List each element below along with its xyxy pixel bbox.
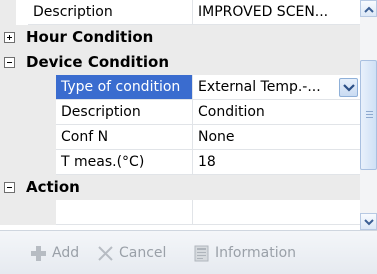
property-name — [56, 200, 193, 225]
scroll-up-button[interactable] — [360, 0, 377, 17]
scroll-thumb[interactable] — [360, 60, 377, 170]
footer-toolbar: Add Cancel Information — [0, 230, 377, 274]
minus-box-icon[interactable] — [4, 57, 15, 68]
property-value — [193, 200, 360, 225]
category-hour-condition[interactable]: Hour Condition — [0, 25, 360, 50]
type-of-condition-dropdown[interactable]: External Temp.-... — [193, 75, 360, 100]
property-row-type-of-condition[interactable]: Type of condition External Temp.-... — [0, 75, 360, 100]
row-gutter — [0, 100, 56, 125]
scroll-down-button[interactable] — [360, 213, 377, 230]
info-icon — [194, 245, 209, 262]
property-grid-panel: Description IMPROVED SCEN... Hour Condit… — [0, 0, 377, 274]
category-label: Action — [26, 178, 80, 196]
plus-icon — [31, 246, 46, 261]
property-grid: Description IMPROVED SCEN... Hour Condit… — [0, 0, 360, 230]
chevron-up-icon — [364, 6, 374, 13]
property-row-description-top[interactable]: Description IMPROVED SCEN... — [0, 0, 360, 25]
row-gutter — [0, 0, 16, 25]
row-gutter — [0, 150, 56, 175]
information-label: Information — [215, 245, 297, 261]
property-row-conf-n[interactable]: Conf N None — [0, 125, 360, 150]
grip-line — [366, 117, 373, 118]
grip-line — [366, 111, 373, 112]
plus-box-icon[interactable] — [4, 32, 15, 43]
property-name: Description — [56, 100, 193, 125]
category-header[interactable]: Device Condition — [0, 50, 360, 75]
row-gutter — [0, 200, 56, 225]
dropdown-value: External Temp.-... — [198, 79, 321, 95]
row-gutter — [0, 125, 56, 150]
property-name: T meas.(°C) — [56, 150, 193, 175]
property-value[interactable]: Condition — [193, 100, 360, 125]
cancel-button[interactable]: Cancel — [97, 243, 182, 263]
property-value[interactable]: IMPROVED SCEN... — [193, 0, 360, 25]
category-label: Hour Condition — [26, 28, 154, 46]
category-label: Device Condition — [26, 53, 169, 71]
x-icon — [98, 246, 113, 261]
property-row-partial — [0, 200, 360, 225]
information-button[interactable]: Information — [193, 243, 313, 263]
property-value[interactable]: 18 — [193, 150, 360, 175]
property-row-t-meas[interactable]: T meas.(°C) 18 — [0, 150, 360, 175]
vertical-scrollbar[interactable] — [360, 0, 377, 230]
add-button[interactable]: Add — [30, 243, 90, 263]
minus-box-icon[interactable] — [4, 182, 15, 193]
category-action[interactable]: Action — [0, 175, 360, 200]
cancel-label: Cancel — [119, 245, 167, 261]
property-value[interactable]: None — [193, 125, 360, 150]
property-name: Description — [28, 0, 193, 25]
grip-line — [366, 114, 373, 115]
property-name: Conf N — [56, 125, 193, 150]
property-name: Type of condition — [56, 75, 193, 100]
add-label: Add — [52, 245, 80, 261]
category-device-condition[interactable]: Device Condition — [0, 50, 360, 75]
row-gutter — [0, 75, 56, 100]
category-header[interactable]: Action — [0, 175, 360, 200]
category-header[interactable]: Hour Condition — [0, 25, 360, 50]
property-row-description[interactable]: Description Condition — [0, 100, 360, 125]
dropdown-button[interactable] — [339, 78, 358, 97]
chevron-down-icon — [364, 219, 374, 226]
chevron-down-icon — [343, 84, 355, 92]
